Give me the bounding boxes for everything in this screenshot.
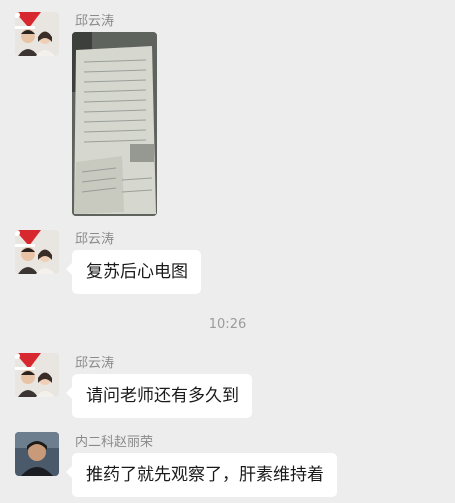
timestamp: 10:26 bbox=[208, 317, 247, 332]
user-couple-santa-hat-icon[interactable] bbox=[15, 12, 59, 56]
sender-name: 邱云涛 bbox=[75, 232, 115, 247]
user-couple-santa-hat-icon[interactable] bbox=[15, 353, 59, 397]
ecg-paper-photo-icon[interactable] bbox=[72, 32, 157, 216]
message-bubble[interactable]: 推药了就先观察了，肝素维持着 bbox=[66, 453, 337, 497]
message-bubble[interactable]: 请问老师还有多久到 bbox=[66, 374, 252, 418]
chat-area: 邱云涛 邱云涛 复苏后心电图 10:26 邱云涛 请问老师还有多久到 内二科赵丽… bbox=[0, 0, 455, 503]
message-bubble[interactable]: 复苏后心电图 bbox=[66, 250, 201, 294]
sender-name: 内二科赵丽荣 bbox=[75, 435, 154, 450]
user-couple-santa-hat-icon[interactable] bbox=[15, 230, 59, 274]
sender-name: 邱云涛 bbox=[75, 356, 115, 371]
sender-name: 邱云涛 bbox=[75, 14, 115, 29]
user-portrait-icon[interactable] bbox=[15, 432, 59, 476]
